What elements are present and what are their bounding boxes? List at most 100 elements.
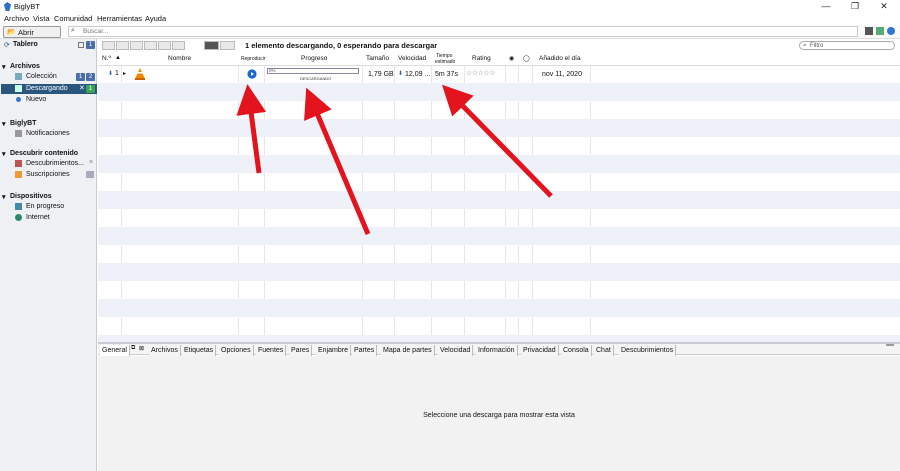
menu-vista[interactable]: Vista (33, 14, 50, 23)
options-icon[interactable] (887, 27, 895, 35)
row-eta: 5m 37s (435, 71, 458, 78)
open-torrents-button[interactable]: 📂 Abrir torrents (3, 26, 61, 46)
sidebar-item-descargando[interactable]: Descargando (26, 85, 68, 92)
column-name[interactable]: Nombre (168, 55, 191, 62)
close-discoveries-icon[interactable]: × (89, 159, 93, 166)
tab-consola[interactable]: Consola (561, 345, 592, 356)
tab-opciones[interactable]: Opciones (219, 345, 254, 356)
tab-informacion[interactable]: Información (476, 345, 518, 356)
sidebar-item-nuevo[interactable]: Nuevo (26, 96, 46, 103)
search-placeholder: Buscar... (83, 28, 109, 35)
rating-stars[interactable]: ☆☆☆☆☆ (466, 69, 495, 77)
tab-general[interactable]: General (100, 345, 130, 356)
column-num[interactable]: N.º (102, 55, 111, 62)
menu-archivo[interactable]: Archivo (4, 14, 29, 23)
section-dispositivos[interactable]: Dispositivos (10, 193, 52, 200)
filter-placeholder: Filtro (810, 43, 824, 49)
tab-velocidad[interactable]: Velocidad (438, 345, 474, 356)
sort-ascending-icon[interactable]: ▲ (115, 55, 121, 61)
list-view-button[interactable] (204, 41, 219, 50)
tab-pares[interactable]: Pares (289, 345, 313, 356)
dashboard-icon: ⟳ (4, 42, 10, 49)
search-icon: ⌕ (71, 27, 75, 34)
sidebar-item-suscripciones[interactable]: Suscripciones (26, 171, 70, 178)
add-subscription-icon[interactable] (86, 171, 94, 178)
nav-button-2[interactable] (116, 41, 129, 50)
tab-descubrimientos[interactable]: Descubrimientos (619, 345, 677, 356)
sidebar-item-descubrimientos[interactable]: Descubrimientos... (26, 160, 84, 167)
close-tab-icon[interactable]: ⊠ (139, 345, 144, 352)
menu-herramientas[interactable]: Herramientas (97, 14, 142, 23)
empty-row (98, 119, 900, 137)
section-descubrir-chevron[interactable]: ▾ (2, 150, 6, 158)
tab-mapa-de-partes[interactable]: Mapa de partes (381, 345, 435, 356)
notifications-icon (15, 130, 22, 137)
nav-button-6[interactable] (172, 41, 185, 50)
minimize-panel-icon[interactable] (886, 344, 894, 346)
empty-row (98, 191, 900, 209)
new-icon (16, 97, 21, 102)
tab-enjambre[interactable]: Enjambre (316, 345, 351, 356)
section-dispositivos-chevron[interactable]: ▾ (2, 193, 6, 201)
expand-row-icon[interactable]: ▸ (123, 70, 126, 77)
popout-icon[interactable] (78, 42, 84, 48)
comment-column-icon[interactable]: ◯ (523, 55, 530, 62)
sidebar-item-tablero[interactable]: Tablero (13, 41, 38, 48)
nav-button-3[interactable] (130, 41, 143, 50)
sidebar-item-en-progreso[interactable]: En progreso (26, 203, 64, 210)
empty-row (98, 137, 900, 155)
play-icon[interactable] (247, 69, 257, 79)
column-speed[interactable]: Velocidad (398, 55, 426, 62)
filter-input[interactable]: ⌕ Filtro (799, 41, 895, 50)
maximize-button[interactable]: ❐ (842, 0, 868, 13)
progress-status: DESCARGANDO (300, 76, 332, 81)
tab-etiquetas[interactable]: Etiquetas (182, 345, 217, 356)
library-icon (15, 73, 22, 80)
section-archivos-chevron[interactable]: ▾ (2, 63, 6, 71)
descargando-badge: 1 (86, 85, 95, 93)
column-play[interactable]: Reproducir (241, 56, 265, 62)
coleccion-badge-1: 1 (76, 73, 85, 81)
section-descubrir[interactable]: Descubrir contenido (10, 150, 78, 157)
sidebar-item-internet[interactable]: Internet (26, 214, 50, 221)
rss-icon (15, 171, 22, 178)
search-input[interactable]: ⌕ Buscar... (68, 26, 858, 37)
section-biglybt-chevron[interactable]: ▾ (2, 120, 6, 128)
menu-ayuda[interactable]: Ayuda (145, 14, 166, 23)
progress-bar: 0% (267, 68, 359, 74)
tab-fuentes[interactable]: Fuentes (256, 345, 287, 356)
view-mode-icon[interactable] (865, 27, 873, 35)
tab-archivos[interactable]: Archivos (149, 345, 181, 356)
rss-column-icon[interactable]: ◉ (509, 55, 514, 62)
sidebar-item-notificaciones[interactable]: Notificaciones (26, 130, 70, 137)
row-num: 1 (115, 70, 119, 77)
column-eta-line2[interactable]: estimado (435, 59, 455, 65)
tab-privacidad[interactable]: Privacidad (521, 345, 559, 356)
minimize-button[interactable]: — (813, 0, 839, 13)
globe-icon (15, 214, 22, 221)
close-window-button[interactable]: ✕ (871, 0, 897, 13)
nav-button-4[interactable] (144, 41, 157, 50)
empty-row (98, 209, 900, 227)
close-icon[interactable]: ✕ (79, 84, 85, 92)
menu-comunidad[interactable]: Comunidad (54, 14, 92, 23)
nav-button-1[interactable] (102, 41, 115, 50)
column-rating[interactable]: Rating (472, 55, 491, 62)
download-icon (15, 85, 22, 92)
table-row[interactable]: ⬇ 1 ▸ 0% DESCARGANDO 1,79 GB ⬇ 12,09 ...… (98, 66, 900, 83)
sidebar-item-coleccion[interactable]: Colección (26, 73, 57, 80)
stats-icon[interactable] (876, 27, 884, 35)
column-progress[interactable]: Progreso (301, 55, 327, 62)
column-size[interactable]: Tamaño (366, 55, 389, 62)
details-panel: Seleccione una descarga para mostrar est… (98, 356, 900, 471)
detail-view-button[interactable] (220, 41, 235, 50)
column-added[interactable]: Añadido el día (539, 55, 581, 62)
tab-chat[interactable]: Chat (594, 345, 614, 356)
section-archivos[interactable]: Archivos (10, 63, 40, 70)
nav-button-5[interactable] (158, 41, 171, 50)
popout-tab-icon[interactable]: ⧉ (131, 345, 135, 352)
details-tab-bar: General Archivos Etiquetas Opciones Fuentes P… (98, 342, 900, 356)
menu-bar: Archivo Vista Comunidad Herramientas Ayu… (0, 13, 900, 25)
section-biglybt[interactable]: BiglyBT (10, 120, 36, 127)
tab-partes[interactable]: Partes (352, 345, 378, 356)
